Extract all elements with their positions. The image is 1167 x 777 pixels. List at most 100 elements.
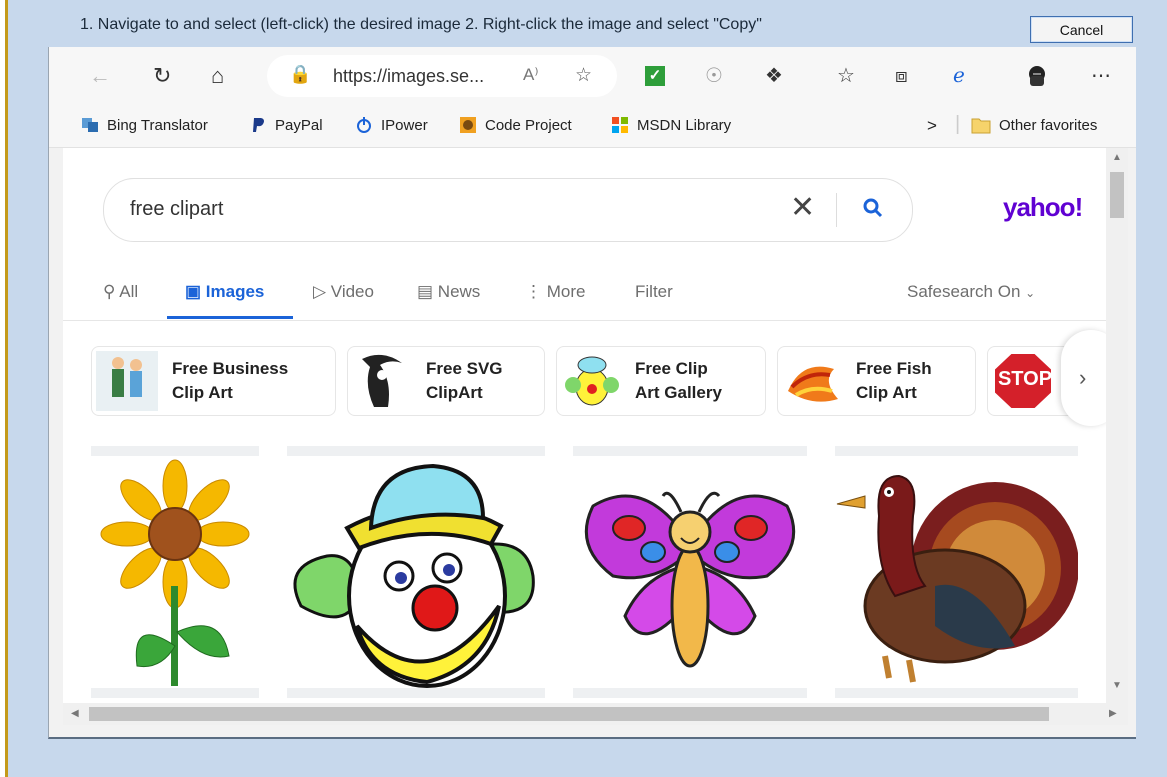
fish-thumb xyxy=(782,351,844,411)
result-image-butterfly[interactable] xyxy=(573,456,807,688)
lock-icon[interactable]: 🔒 xyxy=(289,64,311,85)
search-tabs: ⚲ All ▣ Images ▷ Video ▤ News ⋮ More Fil… xyxy=(63,272,1106,321)
search-input[interactable]: free clipart xyxy=(130,198,223,221)
favorite-code-project[interactable]: Code Project xyxy=(459,116,572,134)
favorite-msdn-library[interactable]: MSDN Library xyxy=(611,116,731,134)
horizontal-scroll-thumb[interactable] xyxy=(89,707,1049,721)
address-bar[interactable]: 🔒 https://images.se... A⁾ ☆ xyxy=(267,55,617,97)
related-search-label: Free Fish Clip Art xyxy=(856,359,932,402)
related-search-card[interactable]: Free Business Clip Art xyxy=(91,346,336,416)
translator-icon xyxy=(82,118,98,132)
browser-window: ← ↻ ⌂ 🔒 https://images.se... A⁾ ☆ ✓ ☉ ❖ … xyxy=(48,47,1136,739)
microsoft-icon xyxy=(612,117,628,133)
related-search-card[interactable]: Free SVG ClipArt xyxy=(347,346,545,416)
related-search-label: Free Clip Art Gallery xyxy=(635,359,722,402)
code-project-icon xyxy=(460,117,476,133)
page-content: free clipart ✕ yahoo! ⚲ All ▣ Images ▷ V… xyxy=(63,148,1106,703)
horizontal-scrollbar[interactable]: ◀ ▶ xyxy=(63,703,1128,725)
favorite-ipower[interactable]: IPower xyxy=(355,116,428,134)
tab-label: Video xyxy=(330,282,374,301)
favorite-label: Code Project xyxy=(485,116,572,134)
safesearch-dropdown[interactable]: Safesearch On ⌄ xyxy=(907,282,1035,302)
vertical-scrollbar[interactable]: ▲ ▼ xyxy=(1106,148,1128,703)
search-submit-icon[interactable] xyxy=(862,197,884,225)
menu-more-icon[interactable]: ⋯ xyxy=(1091,64,1111,88)
cancel-button[interactable]: Cancel xyxy=(1030,16,1133,43)
news-icon: ▤ xyxy=(417,282,438,301)
safesearch-label: Safesearch On xyxy=(907,282,1021,301)
clear-search-icon[interactable]: ✕ xyxy=(790,193,815,223)
scroll-left-arrow-icon[interactable]: ◀ xyxy=(71,708,79,719)
back-icon[interactable]: ← xyxy=(89,64,111,88)
result-bottom-bar xyxy=(835,688,1078,698)
related-search-label: Free Business Clip Art xyxy=(172,359,289,402)
favorite-label: Bing Translator xyxy=(107,116,208,134)
address-text[interactable]: https://images.se... xyxy=(333,66,484,87)
tab-images[interactable]: ▣ Images xyxy=(185,282,264,302)
related-next-button[interactable]: › xyxy=(1061,330,1106,426)
read-aloud-icon[interactable]: A⁾ xyxy=(523,65,539,85)
result-image-sunflower[interactable] xyxy=(91,456,259,688)
profile-avatar-icon[interactable] xyxy=(1025,64,1049,93)
tab-video[interactable]: ▷ Video xyxy=(313,282,374,302)
folder-icon xyxy=(971,118,991,134)
result-top-bar xyxy=(573,446,807,456)
result-image-clown[interactable] xyxy=(287,456,545,688)
favorites-bar: Bing Translator PayPal IPower Code Proje… xyxy=(49,105,1136,148)
related-search-card[interactable]: Free Fish Clip Art xyxy=(777,346,976,416)
instruction-text: 1. Navigate to and select (left-click) t… xyxy=(80,16,762,33)
yahoo-logo[interactable]: yahoo! xyxy=(1003,192,1083,223)
chevron-down-icon: ⌄ xyxy=(1025,286,1036,300)
play-icon: ▷ xyxy=(313,282,331,301)
related-search-label: Free SVG ClipArt xyxy=(426,359,503,402)
search-box[interactable]: free clipart ✕ xyxy=(103,178,913,242)
filter-button[interactable]: Filter xyxy=(635,282,673,302)
favorites-icon[interactable]: ☆ xyxy=(837,64,855,88)
home-icon[interactable]: ⌂ xyxy=(211,64,224,88)
image-icon: ▣ xyxy=(185,282,206,301)
result-image-turkey[interactable] xyxy=(835,456,1079,688)
result-top-bar xyxy=(835,446,1078,456)
add-favorite-icon[interactable]: ☆ xyxy=(575,64,592,87)
ie-mode-icon[interactable]: ℯ xyxy=(953,64,965,88)
tab-label: Images xyxy=(205,282,265,301)
favorite-bing-translator[interactable]: Bing Translator xyxy=(81,116,208,134)
scroll-down-arrow-icon[interactable]: ▼ xyxy=(1112,680,1122,691)
tab-label: More xyxy=(546,282,586,301)
favorite-label: IPower xyxy=(381,116,428,134)
result-top-bar xyxy=(287,446,545,456)
vertical-scroll-thumb[interactable] xyxy=(1110,172,1124,218)
scroll-right-arrow-icon[interactable]: ▶ xyxy=(1109,708,1117,719)
favorite-label: PayPal xyxy=(275,116,323,134)
favorite-label: MSDN Library xyxy=(637,116,732,134)
result-bottom-bar xyxy=(287,688,545,698)
other-favorites-label: Other favorites xyxy=(999,116,1098,134)
search-icon: ⚲ xyxy=(103,282,120,301)
reaper-thumb xyxy=(352,351,414,411)
paypal-icon xyxy=(253,118,264,132)
stop-sign-text: STOP xyxy=(997,368,1053,390)
favorites-divider: | xyxy=(955,113,961,135)
window-left-edge xyxy=(0,0,8,777)
extension-check-icon[interactable]: ✓ xyxy=(645,66,665,86)
business-people-thumb xyxy=(96,351,158,411)
tab-all[interactable]: ⚲ All xyxy=(103,282,138,302)
refresh-icon[interactable]: ↻ xyxy=(153,64,171,88)
result-bottom-bar xyxy=(91,688,259,698)
other-favorites[interactable]: Other favorites xyxy=(971,116,1097,134)
tab-more[interactable]: ⋮ More xyxy=(525,282,585,302)
related-search-card[interactable]: Free Clip Art Gallery xyxy=(556,346,766,416)
extension-circle-icon[interactable]: ☉ xyxy=(705,64,723,88)
favorite-paypal[interactable]: PayPal xyxy=(249,116,323,134)
favorites-overflow-chevron-icon[interactable]: > xyxy=(927,116,937,136)
collections-icon[interactable]: ⧈ xyxy=(895,64,908,88)
power-icon xyxy=(357,117,371,133)
chevron-right-icon: › xyxy=(1079,365,1087,390)
tab-news[interactable]: ▤ News xyxy=(417,282,480,302)
browser-toolbar: ← ↻ ⌂ 🔒 https://images.se... A⁾ ☆ ✓ ☉ ❖ … xyxy=(49,47,1136,105)
scroll-up-arrow-icon[interactable]: ▲ xyxy=(1112,152,1122,163)
active-tab-indicator xyxy=(167,316,293,319)
extensions-icon[interactable]: ❖ xyxy=(765,64,783,88)
result-top-bar xyxy=(91,446,259,456)
clown-thumb xyxy=(561,351,623,411)
